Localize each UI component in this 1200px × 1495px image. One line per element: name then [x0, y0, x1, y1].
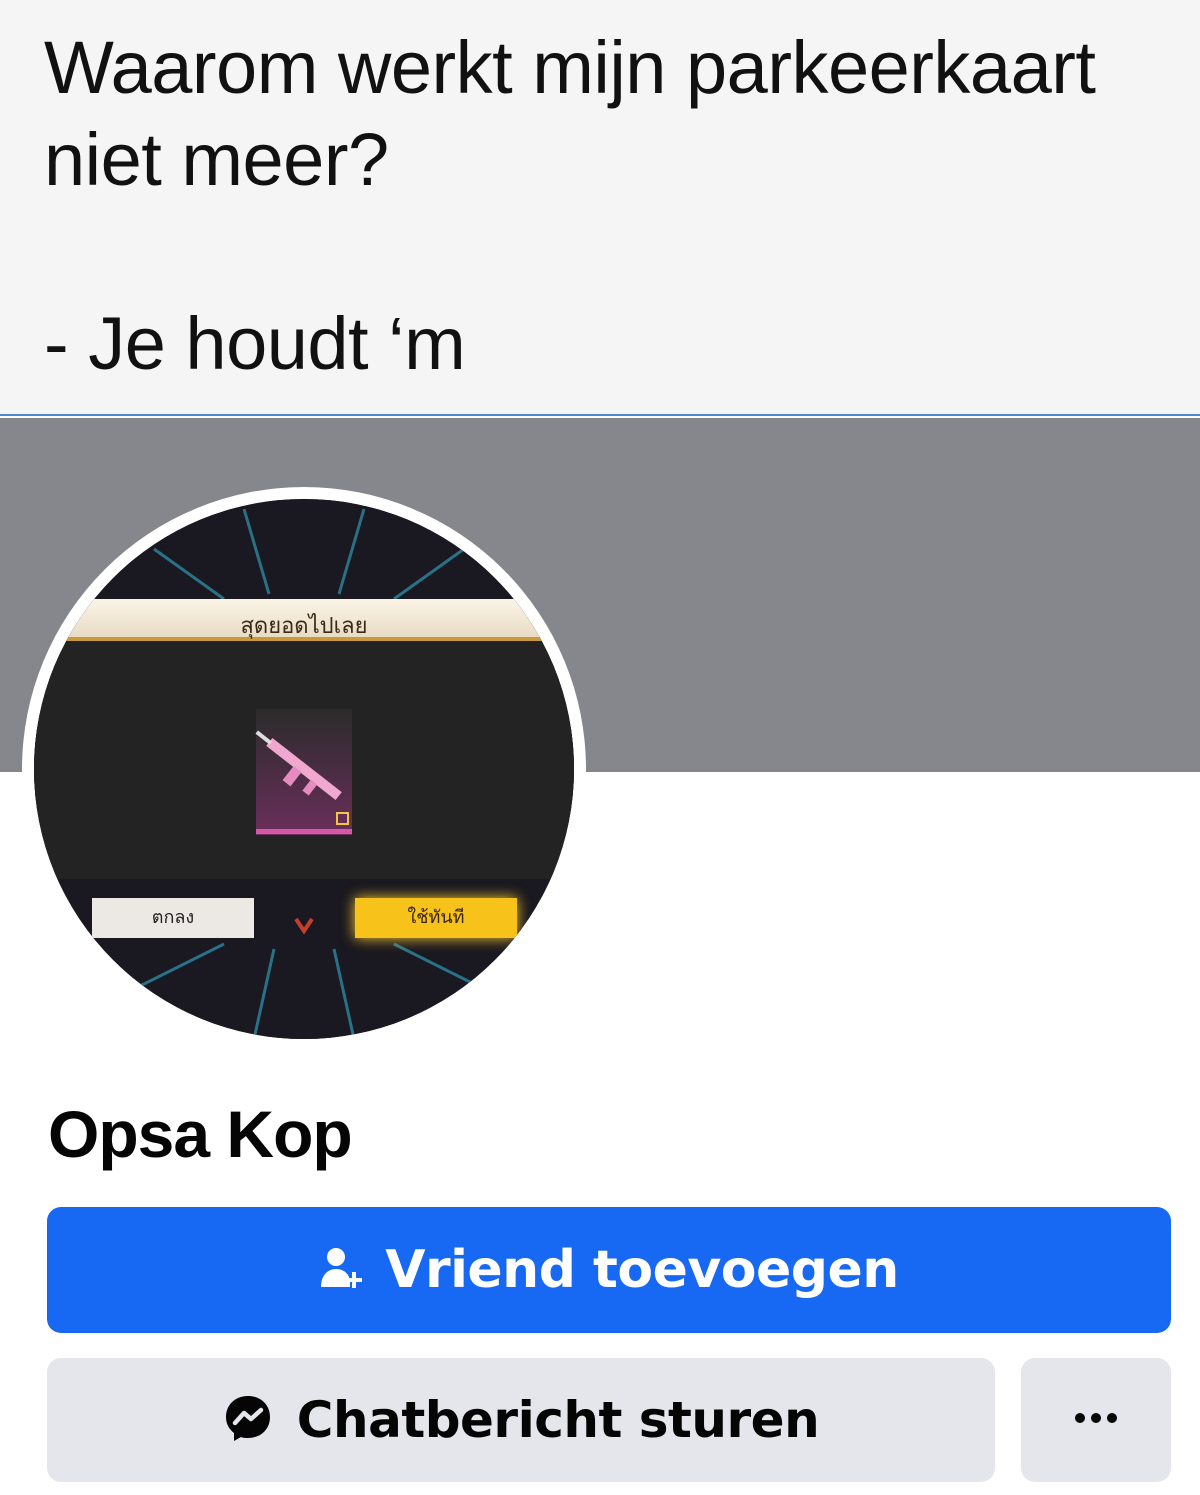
caption-line-2: niet meer?	[44, 118, 389, 201]
add-friend-button[interactable]: Vriend toevoegen	[47, 1207, 1171, 1333]
caption-line-3: - Je houdt ‘m	[44, 302, 466, 385]
more-options-button[interactable]	[1021, 1358, 1171, 1482]
add-friend-label: Vriend toevoegen	[385, 1240, 899, 1300]
add-person-icon	[319, 1245, 365, 1296]
avatar-banner-text: สุดยอดไปเลย	[240, 614, 368, 639]
avatar-ok-button: ตกลง	[92, 898, 254, 938]
profile-name: Opsa Kop	[48, 1097, 353, 1171]
profile-avatar[interactable]: สุดยอดไปเลย ตกลง ใช้ทันที	[34, 499, 574, 1039]
caption-line-1: Waarom werkt mijn parkeerkaart	[44, 26, 1096, 109]
avatar-use-button: ใช้ทันที	[355, 898, 517, 938]
more-dots-icon	[1074, 1411, 1118, 1429]
message-button[interactable]: Chatbericht sturen	[47, 1358, 995, 1482]
avatar-game-screenshot	[34, 499, 574, 1039]
message-label: Chatbericht sturen	[296, 1391, 820, 1449]
meme-caption: Waarom werkt mijn parkeerkaart niet meer…	[0, 0, 1200, 416]
messenger-icon	[223, 1393, 273, 1448]
